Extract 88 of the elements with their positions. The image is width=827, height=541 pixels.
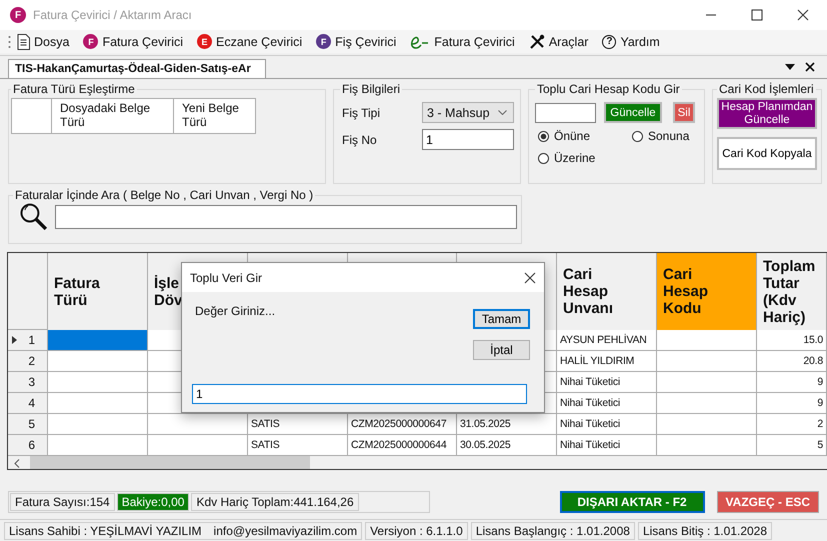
- table-cell: 30.05.2025: [457, 435, 557, 456]
- close-icon[interactable]: [797, 9, 809, 21]
- dialog-button[interactable]: İptal: [473, 340, 530, 360]
- table-cell: 15.0: [757, 330, 827, 351]
- field-label: Fiş No: [341, 132, 377, 146]
- summary-panel: Kdv Hariç Toplam:441.164,26: [191, 492, 359, 510]
- menu-item[interactable]: F Fiş Çevirici: [316, 34, 396, 49]
- table-cell: CZM2025000000644: [348, 435, 457, 456]
- group-title: Faturalar İçinde Ara ( Belge No , Cari Unvan , Vergi No ): [14, 188, 314, 202]
- badge-icon: F: [83, 34, 98, 49]
- group-title: Cari Kod İşlemleri: [718, 82, 815, 96]
- table-cell: Nihai Tüketici: [557, 414, 657, 435]
- number-field[interactable]: 1: [422, 129, 514, 150]
- row-header[interactable]: 3: [8, 372, 48, 393]
- group-title: Toplu Cari Hesap Kodu Gir: [536, 82, 681, 96]
- dialog-button[interactable]: Tamam: [473, 309, 530, 329]
- document-tab[interactable]: TIS-HakanÇamurtaş-Ödeal-Giden-Satış-eAr: [8, 59, 266, 78]
- menu-item[interactable]: F Fatura Çevirici: [83, 34, 184, 49]
- row-header[interactable]: 4: [8, 393, 48, 414]
- table-cell: 2: [757, 414, 827, 435]
- window-title: Fatura Çevirici / Aktarım Aracı: [33, 8, 192, 22]
- summary-panel: Bakiye:0,00: [116, 492, 190, 510]
- search-icon: [19, 202, 49, 232]
- chevron-icon: [498, 110, 507, 115]
- menu-item[interactable]: Araçlar: [528, 34, 588, 50]
- field-label: Fiş Tipi: [341, 106, 380, 120]
- document-icon: [17, 34, 30, 50]
- dialog-message: Değer Giriniz...: [195, 304, 276, 318]
- table-cell: 5: [757, 435, 827, 456]
- toolbar-grip-icon: [8, 34, 11, 48]
- dropdown-caret-icon[interactable]: [785, 64, 795, 70]
- scroll-thumb[interactable]: [30, 456, 310, 469]
- status-text: Lisans Sahibi : YEŞİLMAVİ YAZILIM: [9, 524, 202, 538]
- table-cell: SATIS: [248, 435, 348, 456]
- action-button[interactable]: Hesap Planımdan Güncelle: [717, 98, 817, 129]
- search-field[interactable]: [54, 205, 517, 229]
- help-icon: ?: [602, 34, 616, 48]
- delete-button[interactable]: Sil: [673, 102, 695, 123]
- table-cell: 9: [757, 372, 827, 393]
- menu-item[interactable]: Dosya: [17, 34, 70, 50]
- row-header[interactable]: 1: [8, 330, 48, 351]
- table-cell: AYSUN PEHLİVAN: [557, 330, 657, 351]
- table-cell: SATIS: [248, 414, 348, 435]
- group-title: Fiş Bilgileri: [341, 82, 402, 96]
- table-cell: 20.8: [757, 351, 827, 372]
- table-cell: CZM2025000000647: [348, 414, 457, 435]
- export-button[interactable]: DIŞARI AKTAR - F2: [560, 490, 705, 512]
- status-text: Lisans Başlangıç : 1.01.2008: [476, 524, 630, 538]
- table-cell: Nihai Tüketici: [557, 393, 657, 414]
- action-button[interactable]: Cari Kod Kopyala: [717, 137, 817, 170]
- type-dropdown[interactable]: 3 - Mahsup: [422, 102, 514, 123]
- table-cell: 31.05.2025: [457, 414, 557, 435]
- row-header[interactable]: 5: [8, 414, 48, 435]
- table-cell: Nihai Tüketici: [557, 372, 657, 393]
- menu-item[interactable]: Fatura Çevirici: [410, 34, 515, 48]
- table-header: Yeni Belge Türü: [181, 100, 240, 131]
- cancel-button[interactable]: VAZGEÇ - ESC: [716, 490, 819, 512]
- badge-icon: E: [197, 34, 212, 49]
- status-text: Lisans Bitiş : 1.01.2028: [642, 524, 768, 538]
- status-text: Versiyon : 6.1.1.0: [370, 524, 463, 538]
- radio-option[interactable]: Önüne: [538, 129, 632, 143]
- status-text: info@yesilmaviyazilim.com: [214, 524, 358, 538]
- table-cell: Nihai Tüketici: [557, 435, 657, 456]
- maximize-icon[interactable]: [751, 9, 763, 21]
- badge-icon: F: [316, 34, 332, 49]
- menu-item[interactable]: ? Yardım: [602, 34, 660, 48]
- column-header[interactable]: Cari Hesap Kodu: [657, 253, 757, 330]
- row-header[interactable]: 2: [8, 351, 48, 372]
- tools-icon: [528, 34, 545, 50]
- script-e-icon: [410, 34, 430, 48]
- scroll-left-icon[interactable]: [14, 458, 20, 468]
- table-cell: HALİL YILDIRIM: [557, 351, 657, 372]
- current-row-icon: [12, 336, 17, 344]
- close-icon[interactable]: [805, 62, 815, 72]
- app-logo-icon: F: [10, 7, 26, 23]
- value-field[interactable]: 1: [192, 384, 527, 404]
- update-button[interactable]: Güncelle: [604, 102, 662, 123]
- code-field[interactable]: [535, 102, 596, 122]
- summary-panel: Fatura Sayısı:154: [10, 492, 115, 510]
- table-header: Dosyadaki Belge Türü: [52, 99, 174, 133]
- table-cell: 9: [757, 393, 827, 414]
- radio-option[interactable]: Üzerine: [538, 151, 632, 165]
- menu-item[interactable]: E Eczane Çevirici: [197, 34, 302, 49]
- group-title: Fatura Türü Eşleştirme: [12, 82, 136, 96]
- radio-option[interactable]: Sonuna: [632, 129, 698, 143]
- close-icon[interactable]: [524, 272, 536, 284]
- row-header[interactable]: 6: [8, 435, 48, 456]
- dialog-title: Toplu Veri Gir: [190, 270, 262, 284]
